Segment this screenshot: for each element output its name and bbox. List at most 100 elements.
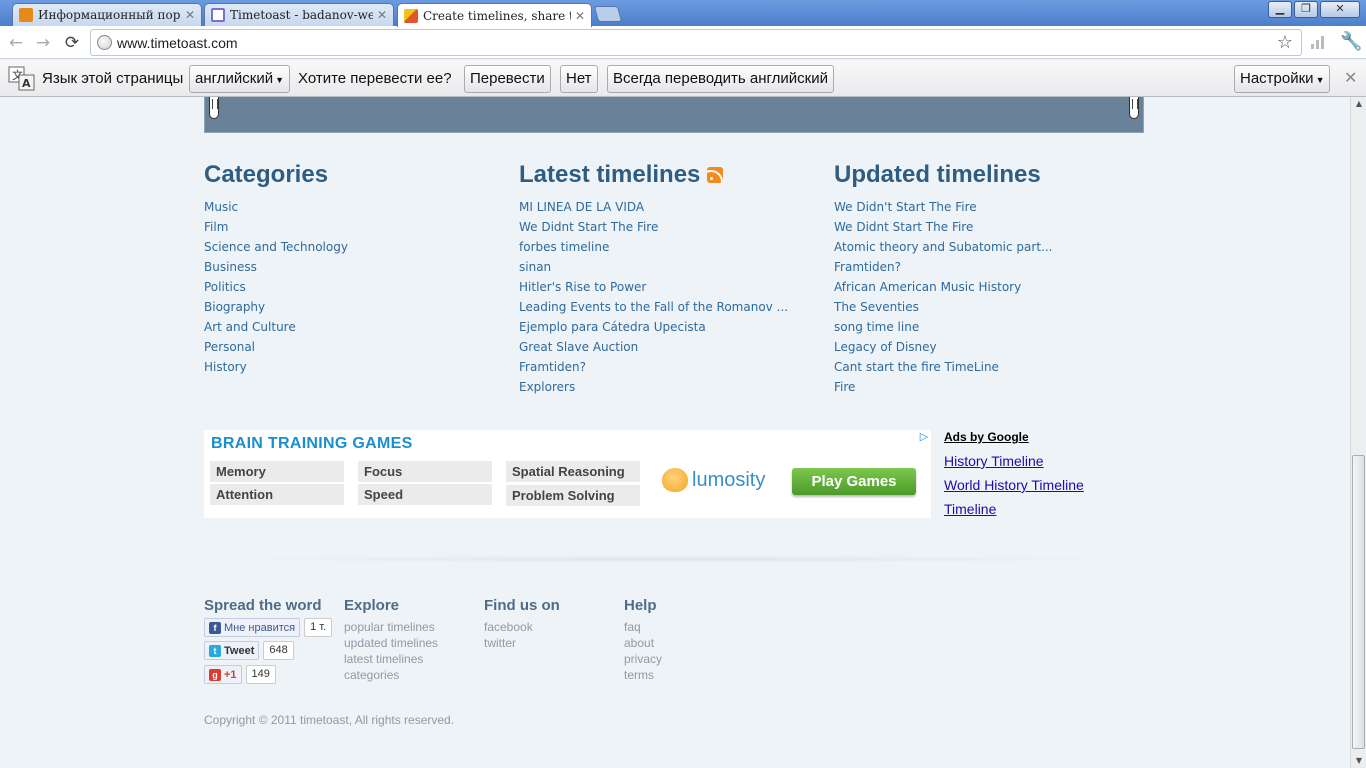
footer-link-facebook[interactable]: facebook xyxy=(484,619,560,635)
vertical-scrollbar[interactable]: ▲ ▼ xyxy=(1350,97,1366,768)
updated-timeline-link[interactable]: We Didn't Start The Fire xyxy=(834,197,1052,217)
footer-link-latest[interactable]: latest timelines xyxy=(344,651,438,667)
browser-toolbar: ← → ⟳ www.timetoast.com ☆ 🔧 xyxy=(0,26,1366,59)
page-action-bars-icon[interactable] xyxy=(1311,35,1327,49)
game-memory[interactable]: Memory xyxy=(210,461,344,482)
category-link[interactable]: Politics xyxy=(204,277,348,297)
latest-timeline-link[interactable]: Framtiden? xyxy=(519,357,788,377)
game-spatial[interactable]: Spatial Reasoning xyxy=(506,461,640,482)
latest-timeline-link[interactable]: Great Slave Auction xyxy=(519,337,788,357)
play-games-button[interactable]: Play Games xyxy=(792,468,916,495)
translate-settings-button[interactable]: Настройки ▼ xyxy=(1234,65,1331,93)
latest-heading: Latest timelines xyxy=(519,161,788,189)
updated-heading: Updated timelines xyxy=(834,161,1052,189)
plus-one-button[interactable]: g +1 xyxy=(204,665,242,684)
updated-timeline-link[interactable]: Cant start the fire TimeLine xyxy=(834,357,1052,377)
scroll-down-arrow-icon[interactable]: ▼ xyxy=(1351,754,1366,768)
tweet-button[interactable]: t Tweet xyxy=(204,641,260,660)
footer-link-terms[interactable]: terms xyxy=(624,667,662,683)
close-tab-icon[interactable]: ✕ xyxy=(377,8,387,22)
game-focus[interactable]: Focus xyxy=(358,461,492,482)
adchoices-icon[interactable]: ▷ xyxy=(917,430,931,443)
ad-link-timeline[interactable]: Timeline xyxy=(944,501,996,517)
close-tab-icon[interactable]: ✕ xyxy=(185,8,195,22)
game-problem-solving[interactable]: Problem Solving xyxy=(506,485,640,506)
twitter-tweet[interactable]: t Tweet 648 xyxy=(204,641,294,660)
latest-timeline-link[interactable]: Leading Events to the Fall of the Romano… xyxy=(519,297,788,317)
tab-timetoast-badanov[interactable]: Timetoast - badanov-web2 ✕ xyxy=(204,3,394,26)
close-tab-icon[interactable]: ✕ xyxy=(575,9,585,23)
scroll-thumb[interactable] xyxy=(1352,455,1365,749)
category-link[interactable]: Art and Culture xyxy=(204,317,348,337)
footer-link-categories[interactable]: categories xyxy=(344,667,438,683)
footer-link-popular[interactable]: popular timelines xyxy=(344,619,438,635)
new-tab-button[interactable] xyxy=(593,6,623,22)
address-bar[interactable]: www.timetoast.com ☆ xyxy=(90,29,1302,56)
footer-link-privacy[interactable]: privacy xyxy=(624,651,662,667)
latest-timeline-link[interactable]: Ejemplo para Cátedra Upecista xyxy=(519,317,788,337)
latest-timeline-link[interactable]: sinan xyxy=(519,257,788,277)
tab-info-portal[interactable]: Информационный портал ✕ xyxy=(12,3,202,26)
footer-link-about[interactable]: about xyxy=(624,635,662,651)
footer-link-twitter[interactable]: twitter xyxy=(484,635,560,651)
latest-timeline-link[interactable]: Explorers xyxy=(519,377,788,397)
updated-timeline-link[interactable]: song time line xyxy=(834,317,1052,337)
timeline-slider[interactable] xyxy=(204,97,1144,133)
always-translate-button[interactable]: Всегда переводить английский xyxy=(607,65,834,93)
game-speed[interactable]: Speed xyxy=(358,484,492,505)
categories-title: Categories xyxy=(204,161,329,188)
categories-list: Music Film Science and Technology Business P… xyxy=(204,197,348,377)
globe-icon xyxy=(97,35,112,50)
ads-by-google-link[interactable]: Ads by Google xyxy=(944,430,1029,444)
close-window-button[interactable]: ✕ xyxy=(1320,1,1360,18)
updated-timeline-link[interactable]: We Didnt Start The Fire xyxy=(834,217,1052,237)
latest-timeline-link[interactable]: forbes timeline xyxy=(519,237,788,257)
translate-button[interactable]: Перевести xyxy=(464,65,551,93)
rss-icon[interactable] xyxy=(707,167,724,183)
updated-timeline-link[interactable]: Framtiden? xyxy=(834,257,1052,277)
tab-create-timelines[interactable]: Create timelines, share them ✕ xyxy=(397,3,592,27)
category-link[interactable]: Personal xyxy=(204,337,348,357)
footer-divider xyxy=(204,555,1144,563)
updated-timeline-link[interactable]: Atomic theory and Subatomic part... xyxy=(834,237,1052,257)
right-handle-icon[interactable] xyxy=(1129,97,1139,119)
scroll-up-arrow-icon[interactable]: ▲ xyxy=(1351,97,1366,111)
like-button[interactable]: f Мне нравится xyxy=(204,618,301,637)
translate-question: Хотите перевести ее? xyxy=(298,70,452,87)
lumosity-ad[interactable]: BRAIN TRAINING GAMES ▷ Memory Focus Spat… xyxy=(204,430,931,518)
no-translate-button[interactable]: Нет xyxy=(560,65,598,93)
category-link[interactable]: Business xyxy=(204,257,348,277)
footer-link-updated[interactable]: updated timelines xyxy=(344,635,438,651)
latest-timeline-link[interactable]: Hitler's Rise to Power xyxy=(519,277,788,297)
facebook-like[interactable]: f Мне нравится 1 т. xyxy=(204,618,333,637)
latest-timeline-link[interactable]: We Didnt Start The Fire xyxy=(519,217,788,237)
updated-timeline-link[interactable]: African American Music History xyxy=(834,277,1052,297)
restore-button[interactable]: ❐ xyxy=(1294,1,1318,18)
ad-link-history-timeline[interactable]: History Timeline xyxy=(944,453,1044,469)
updated-timeline-link[interactable]: Legacy of Disney xyxy=(834,337,1052,357)
categories-heading: Categories xyxy=(204,161,348,189)
wrench-icon[interactable]: 🔧 xyxy=(1340,31,1362,52)
updated-timeline-link[interactable]: Fire xyxy=(834,377,1052,397)
minimize-button[interactable]: ▁ xyxy=(1268,1,1292,18)
bookmark-star-icon[interactable]: ☆ xyxy=(1277,32,1293,53)
ad-link-world-history[interactable]: World History Timeline xyxy=(944,477,1084,493)
category-link[interactable]: Biography xyxy=(204,297,348,317)
updated-timeline-link[interactable]: The Seventies xyxy=(834,297,1052,317)
category-link[interactable]: Music xyxy=(204,197,348,217)
back-arrow-icon[interactable]: ← xyxy=(6,33,26,53)
category-link[interactable]: Film xyxy=(204,217,348,237)
category-link[interactable]: Science and Technology xyxy=(204,237,348,257)
forward-arrow-icon[interactable]: → xyxy=(33,33,53,53)
language-select[interactable]: английский ▼ xyxy=(189,65,291,93)
google-plus-one[interactable]: g +1 149 xyxy=(204,665,276,684)
game-attention[interactable]: Attention xyxy=(210,484,344,505)
footer-link-faq[interactable]: faq xyxy=(624,619,662,635)
latest-title: Latest timelines xyxy=(519,161,701,188)
left-handle-icon[interactable] xyxy=(209,97,219,119)
close-infobar-icon[interactable]: ✕ xyxy=(1344,68,1357,88)
tweet-label: Tweet xyxy=(224,644,255,657)
reload-icon[interactable]: ⟳ xyxy=(62,33,82,53)
category-link[interactable]: History xyxy=(204,357,348,377)
latest-timeline-link[interactable]: MI LINEA DE LA VIDA xyxy=(519,197,788,217)
